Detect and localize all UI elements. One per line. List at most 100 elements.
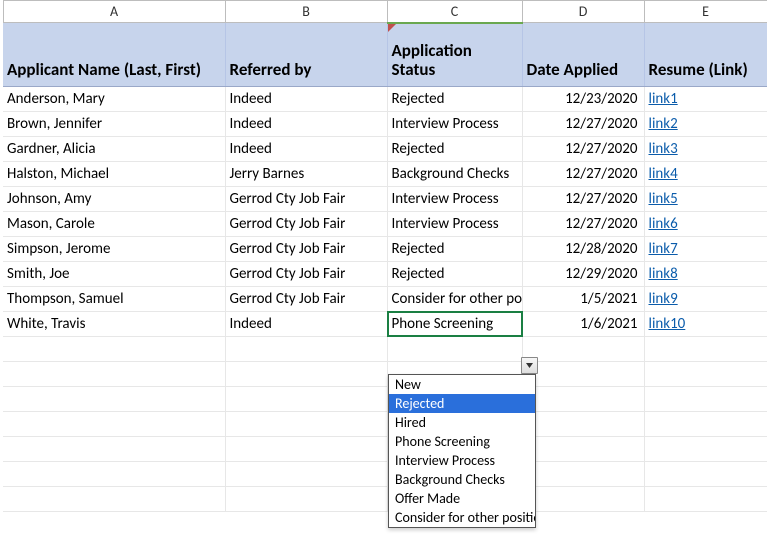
cell-date[interactable]: 12/27/2020 xyxy=(522,187,644,212)
resume-link[interactable]: link5 xyxy=(649,190,678,208)
cell-name[interactable]: Mason, Carole xyxy=(3,212,225,237)
dropdown-option[interactable]: Consider for other positions xyxy=(389,508,535,527)
cell-name[interactable]: Simpson, Jerome xyxy=(3,237,225,262)
empty-cell[interactable] xyxy=(225,487,387,512)
col-header-A[interactable]: A xyxy=(3,1,225,23)
resume-link[interactable]: link1 xyxy=(649,90,678,108)
cell-status[interactable]: Phone Screening xyxy=(387,312,522,337)
resume-link[interactable]: link6 xyxy=(649,215,678,233)
cell-name[interactable]: Anderson, Mary xyxy=(3,87,225,112)
cell-referred-by[interactable]: Indeed xyxy=(225,87,387,112)
dropdown-option[interactable]: New xyxy=(389,375,535,394)
empty-cell[interactable] xyxy=(3,412,225,437)
empty-cell[interactable] xyxy=(522,362,644,387)
cell-referred-by[interactable]: Gerrod Cty Job Fair xyxy=(225,262,387,287)
cell-referred-by[interactable]: Gerrod Cty Job Fair xyxy=(225,237,387,262)
cell-name[interactable]: Halston, Michael xyxy=(3,162,225,187)
cell-referred-by[interactable]: Jerry Barnes xyxy=(225,162,387,187)
empty-cell[interactable] xyxy=(522,462,644,487)
cell-date[interactable]: 12/27/2020 xyxy=(522,112,644,137)
cell-resume[interactable]: link7 xyxy=(644,237,767,262)
empty-cell[interactable] xyxy=(3,462,225,487)
cell-status[interactable]: Interview Process xyxy=(387,187,522,212)
resume-link[interactable]: link9 xyxy=(649,290,678,308)
cell-referred-by[interactable]: Indeed xyxy=(225,112,387,137)
cell-referred-by[interactable]: Indeed xyxy=(225,137,387,162)
cell-status[interactable]: Rejected xyxy=(387,87,522,112)
cell-status[interactable]: Background Checks xyxy=(387,162,522,187)
empty-cell[interactable] xyxy=(644,462,767,487)
cell-name[interactable]: Smith, Joe xyxy=(3,262,225,287)
cell-resume[interactable]: link8 xyxy=(644,262,767,287)
empty-cell[interactable] xyxy=(225,412,387,437)
data-validation-dropdown-button[interactable] xyxy=(521,357,538,374)
cell-status[interactable]: Rejected xyxy=(387,137,522,162)
empty-cell[interactable] xyxy=(3,362,225,387)
cell-resume[interactable]: link10 xyxy=(644,312,767,337)
dropdown-option[interactable]: Phone Screening xyxy=(389,432,535,451)
cell-status[interactable]: Consider for other positions xyxy=(387,287,522,312)
cell-resume[interactable]: link3 xyxy=(644,137,767,162)
cell-resume[interactable]: link2 xyxy=(644,112,767,137)
empty-cell[interactable] xyxy=(225,387,387,412)
dropdown-option[interactable]: Rejected xyxy=(389,394,535,413)
cell-resume[interactable]: link9 xyxy=(644,287,767,312)
cell-referred-by[interactable]: Indeed xyxy=(225,312,387,337)
resume-link[interactable]: link3 xyxy=(649,140,678,158)
empty-cell[interactable] xyxy=(644,362,767,387)
cell-name[interactable]: Brown, Jennifer xyxy=(3,112,225,137)
col-header-B[interactable]: B xyxy=(225,1,387,23)
header-applicant-name[interactable]: Applicant Name (Last, First) xyxy=(3,23,225,87)
resume-link[interactable]: link2 xyxy=(649,115,678,133)
cell-date[interactable]: 1/6/2021 xyxy=(522,312,644,337)
cell-resume[interactable]: link4 xyxy=(644,162,767,187)
cell-date[interactable]: 1/5/2021 xyxy=(522,287,644,312)
cell-status[interactable]: Interview Process xyxy=(387,212,522,237)
cell-date[interactable]: 12/27/2020 xyxy=(522,212,644,237)
empty-cell[interactable] xyxy=(225,337,387,362)
empty-cell[interactable] xyxy=(644,487,767,512)
col-header-C[interactable]: C xyxy=(387,1,522,23)
empty-cell[interactable] xyxy=(522,337,644,362)
resume-link[interactable]: link4 xyxy=(649,165,678,183)
dropdown-option[interactable]: Interview Process xyxy=(389,451,535,470)
col-header-E[interactable]: E xyxy=(644,1,767,23)
empty-cell[interactable] xyxy=(644,437,767,462)
empty-cell[interactable] xyxy=(522,487,644,512)
cell-referred-by[interactable]: Gerrod Cty Job Fair xyxy=(225,212,387,237)
empty-cell[interactable] xyxy=(3,387,225,412)
cell-date[interactable]: 12/28/2020 xyxy=(522,237,644,262)
cell-status[interactable]: Rejected xyxy=(387,237,522,262)
cell-date[interactable]: 12/27/2020 xyxy=(522,137,644,162)
cell-resume[interactable]: link5 xyxy=(644,187,767,212)
dropdown-option[interactable]: Background Checks xyxy=(389,470,535,489)
empty-cell[interactable] xyxy=(3,487,225,512)
cell-name[interactable]: White, Travis xyxy=(3,312,225,337)
empty-cell[interactable] xyxy=(522,437,644,462)
empty-cell[interactable] xyxy=(644,412,767,437)
empty-cell[interactable] xyxy=(225,362,387,387)
cell-referred-by[interactable]: Gerrod Cty Job Fair xyxy=(225,287,387,312)
empty-cell[interactable] xyxy=(387,337,522,362)
cell-status[interactable]: Rejected xyxy=(387,262,522,287)
cell-resume[interactable]: link1 xyxy=(644,87,767,112)
cell-date[interactable]: 12/23/2020 xyxy=(522,87,644,112)
cell-date[interactable]: 12/29/2020 xyxy=(522,262,644,287)
header-application-status[interactable]: Application Status xyxy=(387,23,522,87)
cell-referred-by[interactable]: Gerrod Cty Job Fair xyxy=(225,187,387,212)
empty-cell[interactable] xyxy=(644,337,767,362)
empty-cell[interactable] xyxy=(522,387,644,412)
resume-link[interactable]: link7 xyxy=(649,240,678,258)
resume-link[interactable]: link10 xyxy=(649,315,686,333)
cell-date[interactable]: 12/27/2020 xyxy=(522,162,644,187)
col-header-D[interactable]: D xyxy=(522,1,644,23)
empty-cell[interactable] xyxy=(225,462,387,487)
header-date-applied[interactable]: Date Applied xyxy=(522,23,644,87)
empty-cell[interactable] xyxy=(522,412,644,437)
header-resume-link[interactable]: Resume (Link) xyxy=(644,23,767,87)
cell-resume[interactable]: link6 xyxy=(644,212,767,237)
empty-cell[interactable] xyxy=(3,437,225,462)
cell-status[interactable]: Interview Process xyxy=(387,112,522,137)
empty-cell[interactable] xyxy=(225,437,387,462)
empty-cell[interactable] xyxy=(644,387,767,412)
